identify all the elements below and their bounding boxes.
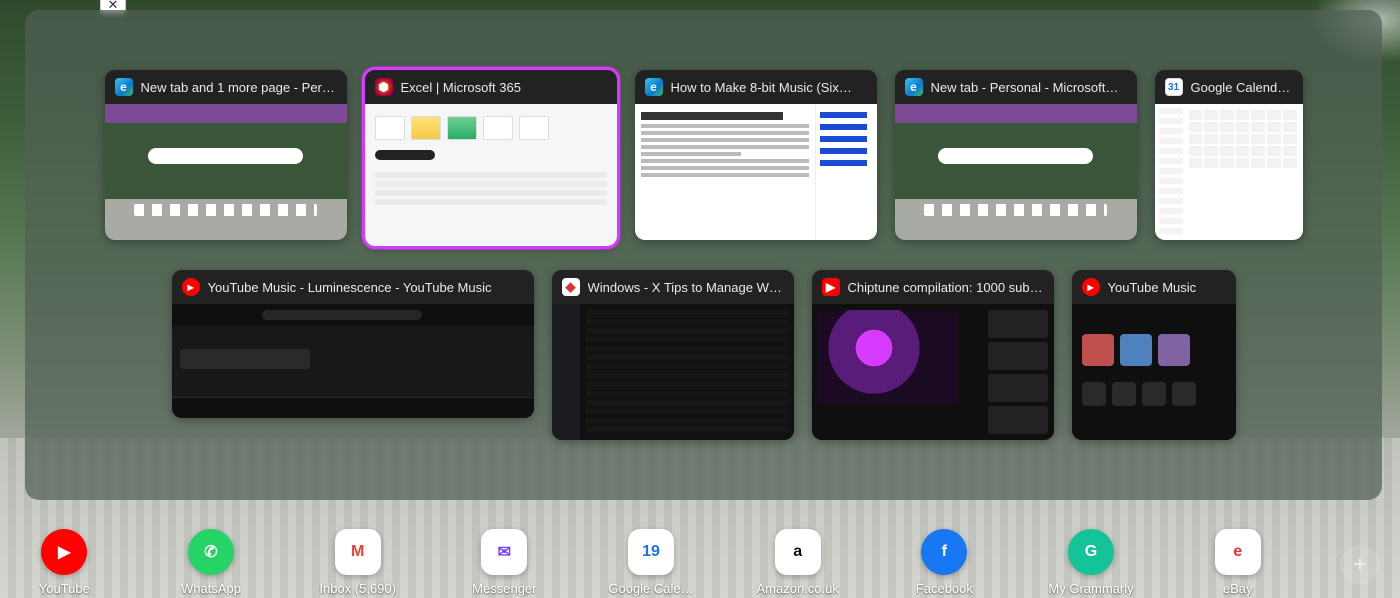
window-title: How to Make 8-bit Music (Six… xyxy=(671,80,867,95)
shortcut-amazon-co-uk[interactable]: a Amazon.co.uk xyxy=(753,529,842,596)
shortcut-inbox-5-690[interactable]: M Inbox (5,690) xyxy=(313,529,402,596)
shortcut-icon: 19 xyxy=(628,529,674,575)
youtube-music-icon: ▸ xyxy=(182,278,200,296)
window-thumb-ytmusic-home[interactable]: ▸ YouTube Music xyxy=(1072,270,1236,440)
window-preview xyxy=(365,104,617,246)
window-preview xyxy=(635,104,877,240)
shortcut-icon: M xyxy=(335,529,381,575)
window-preview xyxy=(552,304,794,440)
shortcut-my-grammarly[interactable]: G My Grammarly xyxy=(1047,529,1136,596)
switcher-row-1: e New tab and 1 more page - Per… ⬢ Excel… xyxy=(80,70,1327,246)
window-thumb-ytmusic-player[interactable]: ▸ YouTube Music - Luminescence - YouTube… xyxy=(172,270,534,418)
window-title: New tab - Personal - Microsoft… xyxy=(931,80,1127,95)
window-preview xyxy=(895,104,1137,240)
edge-icon: e xyxy=(645,78,663,96)
shortcut-facebook[interactable]: f Facebook xyxy=(900,529,989,596)
window-thumb-edge-newtab[interactable]: e New tab - Personal - Microsoft… xyxy=(895,70,1137,240)
shortcut-icon: e xyxy=(1215,529,1261,575)
edge-icon: e xyxy=(115,78,133,96)
window-thumb-code-editor[interactable]: ◆ Windows - X Tips to Manage W… xyxy=(552,270,794,440)
shortcut-icon: ✆ xyxy=(188,529,234,575)
shortcut-label: My Grammarly xyxy=(1048,581,1133,596)
window-title: Chiptune compilation: 1000 sub… xyxy=(848,280,1044,295)
window-title: Windows - X Tips to Manage W… xyxy=(588,280,784,295)
shortcut-label: Inbox (5,690) xyxy=(319,581,396,596)
shortcut-label: Facebook xyxy=(916,581,973,596)
window-title: YouTube Music xyxy=(1108,280,1226,295)
window-title: YouTube Music - Luminescence - YouTube M… xyxy=(208,280,524,295)
shortcut-icon: f xyxy=(921,529,967,575)
shortcut-label: Amazon.co.uk xyxy=(756,581,838,596)
task-switcher-overlay: e New tab and 1 more page - Per… ⬢ Excel… xyxy=(25,10,1382,500)
youtube-music-icon: ▸ xyxy=(1082,278,1100,296)
window-preview xyxy=(172,304,534,418)
edge-icon: e xyxy=(905,78,923,96)
shortcut-messenger[interactable]: ✉ Messenger xyxy=(460,529,549,596)
window-preview xyxy=(105,104,347,240)
shortcut-youtube[interactable]: ▶ YouTube xyxy=(20,529,109,596)
shortcut-label: YouTube xyxy=(39,581,90,596)
window-preview xyxy=(1155,104,1303,240)
shortcut-icon: ✉ xyxy=(481,529,527,575)
shortcut-ebay[interactable]: e eBay xyxy=(1193,529,1282,596)
window-title: Google Calend… xyxy=(1191,80,1293,95)
shortcut-label: eBay xyxy=(1223,581,1253,596)
window-preview xyxy=(812,304,1054,440)
window-title: Excel | Microsoft 365 xyxy=(401,80,607,95)
app-icon: ◆ xyxy=(562,278,580,296)
newtab-shortcut-dock: ▶ YouTube ✆ WhatsApp M Inbox (5,690) ✉ Messenge… xyxy=(0,529,1400,596)
window-title: New tab and 1 more page - Per… xyxy=(141,80,337,95)
shortcut-icon: G xyxy=(1068,529,1114,575)
shortcut-icon: ▶ xyxy=(41,529,87,575)
window-thumb-youtube-video[interactable]: ▶ Chiptune compilation: 1000 sub… xyxy=(812,270,1054,440)
switcher-row-2: ▸ YouTube Music - Luminescence - YouTube… xyxy=(80,270,1327,440)
window-thumb-google-calendar[interactable]: 31 Google Calend… xyxy=(1155,70,1303,240)
shortcut-whatsapp[interactable]: ✆ WhatsApp xyxy=(167,529,256,596)
shortcut-label: Messenger xyxy=(472,581,536,596)
plus-icon: + xyxy=(1340,545,1380,585)
window-thumb-edge-newtab-group[interactable]: e New tab and 1 more page - Per… xyxy=(105,70,347,240)
shortcut-google-cale[interactable]: 19 Google Cale… xyxy=(607,529,696,596)
shortcut-icon: a xyxy=(775,529,821,575)
window-preview xyxy=(1072,304,1236,440)
google-calendar-icon: 31 xyxy=(1165,78,1183,96)
shortcut-label: WhatsApp xyxy=(181,581,241,596)
add-shortcut-button[interactable]: + xyxy=(1340,545,1380,585)
window-thumb-article[interactable]: e How to Make 8-bit Music (Six… xyxy=(635,70,877,240)
shortcut-label: Google Cale… xyxy=(608,581,693,596)
youtube-icon: ▶ xyxy=(822,278,840,296)
window-thumb-excel-selected[interactable]: ⬢ Excel | Microsoft 365 xyxy=(365,70,617,246)
m365-icon: ⬢ xyxy=(375,78,393,96)
